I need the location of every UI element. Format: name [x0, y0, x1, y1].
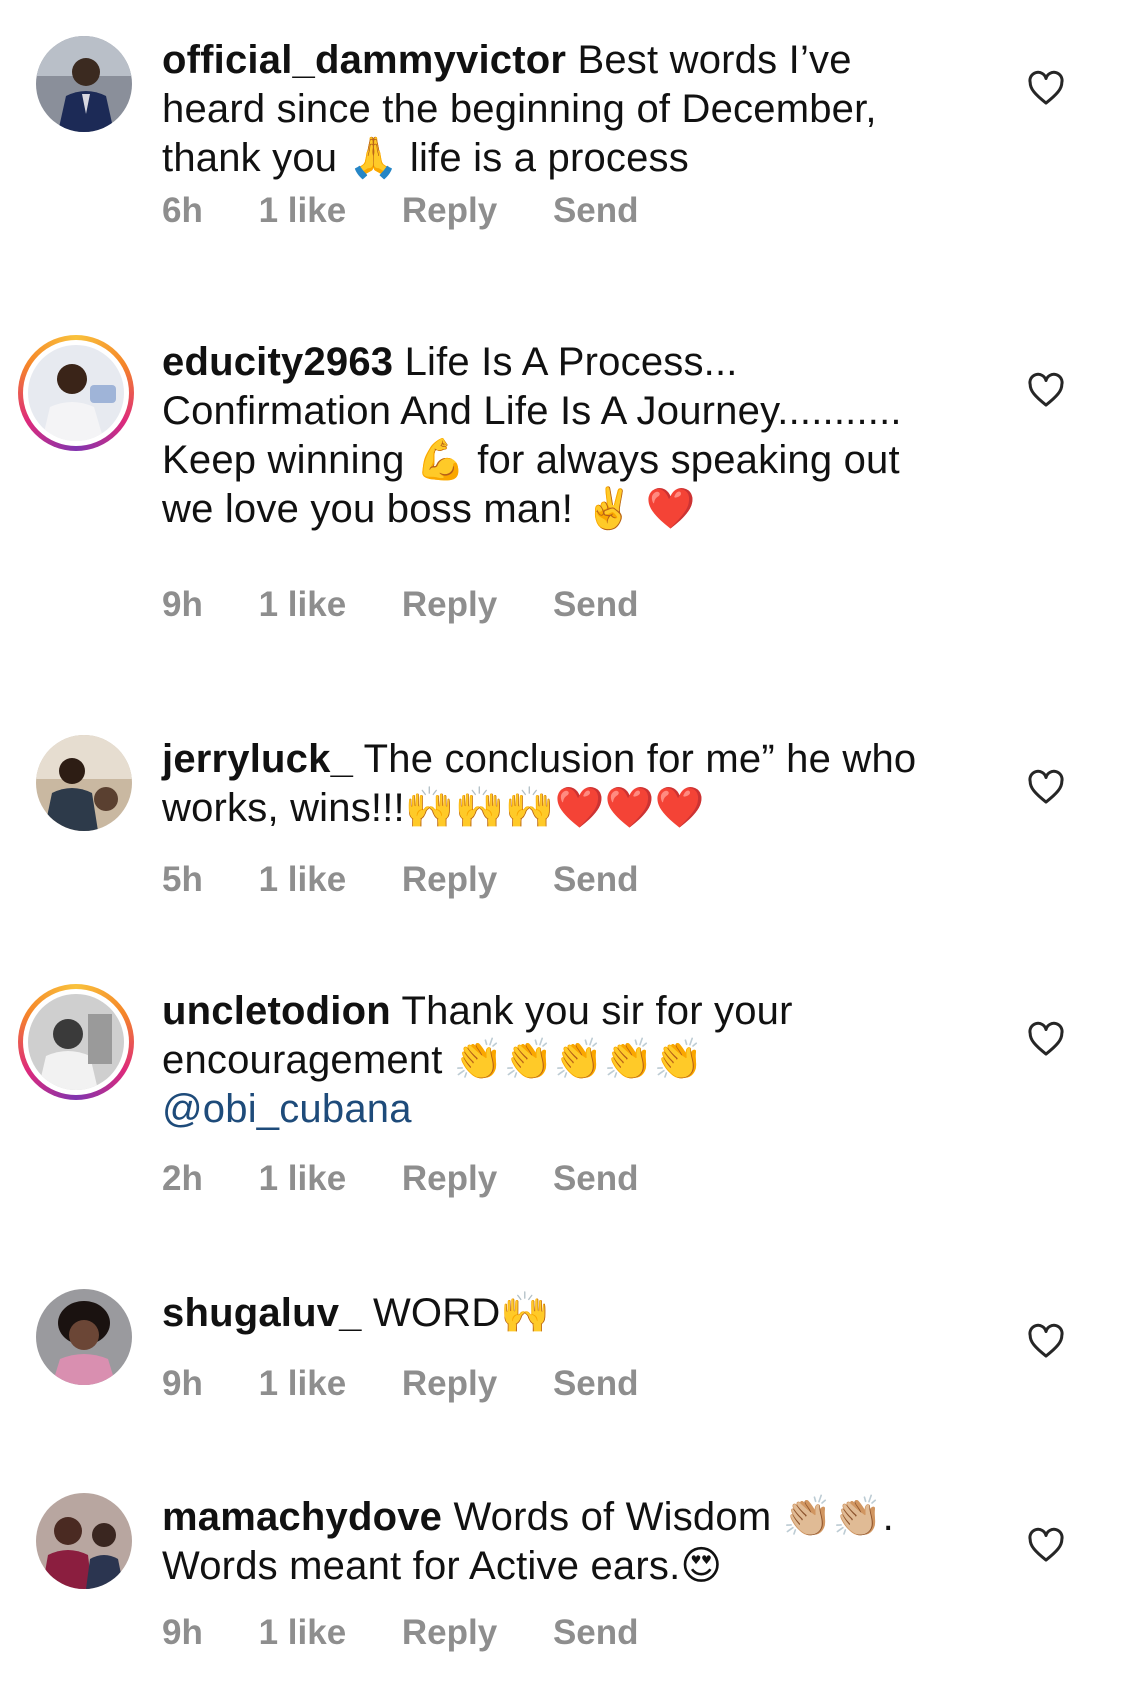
comment-time: 9h: [162, 585, 203, 624]
comment-time: 2h: [162, 1159, 203, 1198]
comment-username[interactable]: mamachydove: [162, 1495, 442, 1539]
heart-outline-icon[interactable]: [1027, 1323, 1065, 1359]
avatar-image: [28, 345, 124, 441]
avatar-image: [36, 735, 132, 831]
heart-outline-icon[interactable]: [1027, 70, 1065, 106]
send-button[interactable]: Send: [553, 191, 639, 231]
reply-button[interactable]: Reply: [402, 1364, 497, 1404]
comment-username[interactable]: shugaluv_: [162, 1291, 362, 1335]
reply-button[interactable]: Reply: [402, 1159, 497, 1199]
avatar[interactable]: [18, 335, 134, 451]
comment-meta: 9h 1 like Reply Send: [162, 1613, 685, 1653]
reply-button[interactable]: Reply: [402, 585, 497, 625]
comment-meta: 6h 1 like Reply Send: [162, 191, 685, 231]
comment-time: 9h: [162, 1613, 203, 1652]
comment-time: 9h: [162, 1364, 203, 1403]
send-button[interactable]: Send: [553, 1159, 639, 1199]
comment-username[interactable]: jerryluck_: [162, 737, 353, 781]
heart-outline-icon[interactable]: [1027, 1527, 1065, 1563]
comment-meta: 5h 1 like Reply Send: [162, 860, 685, 900]
comment-likes[interactable]: 1 like: [259, 191, 347, 231]
comment-likes[interactable]: 1 like: [259, 1613, 347, 1653]
send-button[interactable]: Send: [553, 1613, 639, 1653]
comment-meta: 2h 1 like Reply Send: [162, 1159, 685, 1199]
comment-username[interactable]: uncletodion: [162, 989, 391, 1033]
avatar[interactable]: [18, 984, 134, 1100]
heart-outline-icon[interactable]: [1027, 372, 1065, 408]
comment-text: uncletodion Thank you sir for your encou…: [162, 987, 962, 1134]
heart-outline-icon[interactable]: [1027, 769, 1065, 805]
comment-text: mamachydove Words of Wisdom 👏🏼👏🏼. Words …: [162, 1493, 962, 1591]
reply-button[interactable]: Reply: [402, 860, 497, 900]
avatar[interactable]: [36, 1493, 132, 1589]
comment-username[interactable]: educity2963: [162, 340, 393, 384]
send-button[interactable]: Send: [553, 585, 639, 625]
comment-time: 5h: [162, 860, 203, 899]
avatar-image: [36, 1493, 132, 1589]
comment-text: shugaluv_ WORD🙌: [162, 1289, 962, 1338]
comment-likes[interactable]: 1 like: [259, 585, 347, 625]
reply-button[interactable]: Reply: [402, 1613, 497, 1653]
avatar[interactable]: [36, 36, 132, 132]
comment-text: official_dammyvictor Best words I’ve hea…: [162, 36, 962, 183]
comment-meta: 9h 1 like Reply Send: [162, 1364, 685, 1404]
avatar[interactable]: [36, 735, 132, 831]
comment-meta: 9h 1 like Reply Send: [162, 585, 685, 625]
heart-outline-icon[interactable]: [1027, 1021, 1065, 1057]
reply-button[interactable]: Reply: [402, 191, 497, 231]
comment-text: educity2963 Life Is A Process... Confirm…: [162, 338, 962, 534]
comment-username[interactable]: official_dammyvictor: [162, 38, 566, 82]
avatar-image: [28, 994, 124, 1090]
comment-likes[interactable]: 1 like: [259, 1159, 347, 1199]
avatar[interactable]: [36, 1289, 132, 1385]
avatar-image: [36, 1289, 132, 1385]
mention-link[interactable]: @obi_cubana: [162, 1087, 412, 1131]
send-button[interactable]: Send: [553, 1364, 639, 1404]
comment-text: jerryluck_ The conclusion for me” he who…: [162, 735, 962, 833]
comment-time: 6h: [162, 191, 203, 230]
comment-likes[interactable]: 1 like: [259, 1364, 347, 1404]
avatar-image: [36, 36, 132, 132]
comment-likes[interactable]: 1 like: [259, 860, 347, 900]
comment-body: WORD🙌: [372, 1291, 551, 1335]
send-button[interactable]: Send: [553, 860, 639, 900]
